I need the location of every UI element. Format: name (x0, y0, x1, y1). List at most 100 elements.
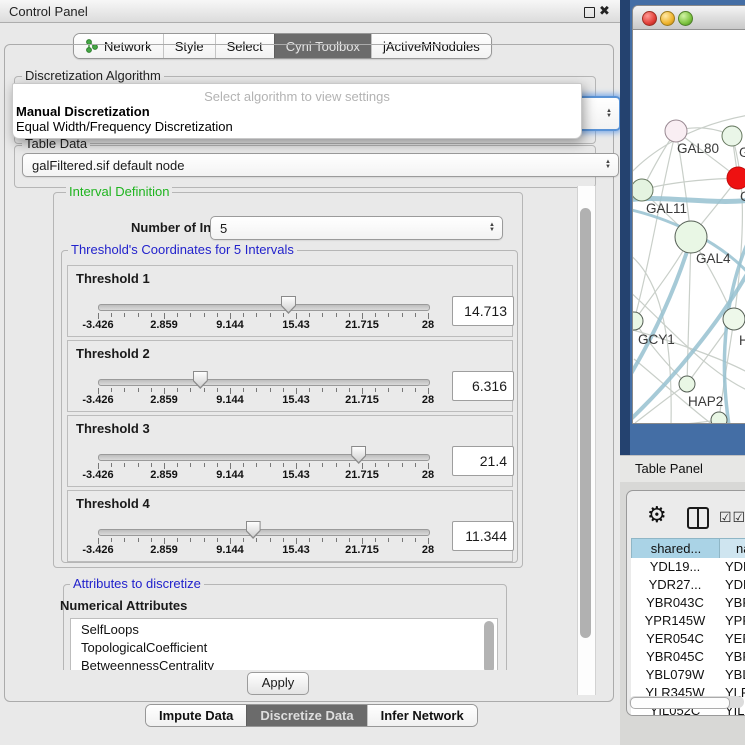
slider-tick-label: 2.859 (150, 469, 178, 481)
list-item[interactable]: BetweennessCentrality (81, 658, 214, 670)
slider-handle[interactable] (351, 446, 366, 464)
column-header-shared[interactable]: shared... (631, 538, 721, 560)
slider-tick (138, 538, 139, 542)
slider-tick (283, 538, 284, 542)
algorithm-dropdown-popup: Select algorithm to view settings Manual… (12, 83, 582, 139)
network-node[interactable] (633, 179, 653, 201)
table-row[interactable]: YBL079WYBL0 (631, 666, 745, 684)
table-data-combobox[interactable]: galFiltered.sif default node ▲▼ (22, 153, 619, 177)
slider-tick-label: 2.859 (150, 394, 178, 406)
network-node[interactable] (723, 308, 745, 330)
slider-tick (388, 388, 389, 392)
network-canvas[interactable]: GAL80GACGAL11GAL4GCY1HHAP2 (633, 29, 745, 423)
slider-tick (204, 463, 205, 467)
slider-tick (336, 463, 337, 467)
table-row[interactable]: YDL19...YDL1 (631, 558, 745, 576)
table-cell-name: YBL0 (725, 666, 745, 684)
number-of-intervals-value: 5 (220, 221, 227, 236)
network-node[interactable] (722, 126, 742, 146)
slider-tick-label: 15.43 (282, 544, 310, 556)
close-icon[interactable]: ✖ (599, 3, 610, 19)
threshold-value-field[interactable]: 14.713 (452, 296, 514, 326)
slider-track[interactable] (98, 529, 430, 536)
close-traffic-light-icon[interactable] (642, 11, 657, 26)
network-node-label: HAP2 (688, 394, 723, 409)
slider-tick (138, 313, 139, 317)
threshold-value-field[interactable]: 11.344 (452, 521, 514, 551)
network-edge[interactable] (687, 237, 691, 384)
gear-icon[interactable]: ⚙ (647, 502, 667, 528)
slider-track[interactable] (98, 454, 430, 461)
slider-tick (138, 463, 139, 467)
slider-tick (138, 388, 139, 392)
network-node[interactable] (675, 221, 707, 253)
slider-tick-label: 2.859 (150, 319, 178, 331)
network-edge[interactable] (634, 359, 713, 423)
numerical-attributes-list[interactable]: SelfLoopsTopologicalCoefficientBetweenne… (70, 618, 498, 670)
slider-tick (270, 313, 271, 317)
network-window[interactable]: GAL80GACGAL11GAL4GCY1HHAP2 (632, 5, 745, 424)
apply-button[interactable]: Apply (247, 672, 309, 695)
menu-item-manual-discretization[interactable]: Manual Discretization (16, 104, 150, 118)
table-hscrollbar-thumb[interactable] (630, 697, 730, 709)
network-node[interactable] (727, 167, 745, 189)
network-node-label: C (740, 189, 745, 204)
number-of-intervals-combobox[interactable]: 5 ▲▼ (210, 216, 503, 240)
slider-tick (217, 463, 218, 467)
slider-track[interactable] (98, 304, 430, 311)
slider-tick-label: -3.426 (82, 319, 113, 331)
tab-infer-network[interactable]: Infer Network (367, 705, 477, 726)
tab-discretize-data[interactable]: Discretize Data (246, 705, 366, 726)
slider-tick (349, 538, 350, 542)
slider-handle[interactable] (246, 521, 261, 539)
column-header-name[interactable]: na (719, 538, 745, 560)
slider-handle[interactable] (281, 296, 296, 314)
column-layout-icon[interactable] (687, 507, 709, 529)
tab-impute-data[interactable]: Impute Data (146, 705, 246, 726)
table-row[interactable]: YBR043CYBR0 (631, 594, 745, 612)
slider-tick (190, 463, 191, 467)
table-row[interactable]: YDR27...YDR2 (631, 576, 745, 594)
network-node[interactable] (665, 120, 687, 142)
slider-tick-label: 15.43 (282, 469, 310, 481)
slider-handle[interactable] (193, 371, 208, 389)
table-cell-shared-name: YDR27... (631, 576, 719, 594)
slider-tick (309, 463, 310, 467)
panel-title: Control Panel (9, 4, 88, 19)
slider-tick (111, 313, 112, 317)
slider-track[interactable] (98, 379, 430, 386)
table-row[interactable]: YBR045CYBR0 (631, 648, 745, 666)
threshold-value-field[interactable]: 6.316 (452, 371, 514, 401)
slider-tick (309, 313, 310, 317)
zoom-traffic-light-icon[interactable] (678, 11, 693, 26)
network-edge[interactable] (633, 239, 691, 377)
slider-tick-label: 2.859 (150, 544, 178, 556)
main-scrollbar-thumb[interactable] (580, 208, 591, 638)
slider-tick (217, 538, 218, 542)
slider-tick (204, 313, 205, 317)
minimize-traffic-light-icon[interactable] (660, 11, 675, 26)
slider-tick (124, 538, 125, 542)
table-row[interactable]: YER054CYER0 (631, 630, 745, 648)
network-node[interactable] (679, 376, 695, 392)
network-edge[interactable] (642, 178, 738, 190)
combo-stepper-icon: ▲▼ (605, 160, 611, 170)
list-item[interactable]: SelfLoops (81, 622, 139, 640)
menu-item-equal-width-frequency[interactable]: Equal Width/Frequency Discretization (16, 119, 233, 133)
select-columns-checkbox-icons[interactable]: ☑☑ (719, 509, 745, 526)
slider-tick (204, 388, 205, 392)
list-scrollbar-thumb[interactable] (484, 621, 494, 670)
slider-tick-label: 9.144 (216, 394, 244, 406)
network-node[interactable] (711, 412, 727, 423)
network-node[interactable] (633, 312, 643, 330)
float-panel-icon[interactable] (584, 7, 595, 18)
table-row[interactable]: YPR145WYPR1 (631, 612, 745, 630)
slider-tick (415, 538, 416, 542)
list-item[interactable]: TopologicalCoefficient (81, 640, 207, 658)
slider-tick (177, 538, 178, 542)
table-hscrollbar-track[interactable] (629, 696, 744, 708)
slider-tick (190, 538, 191, 542)
slider-tick (309, 538, 310, 542)
threshold-value-field[interactable]: 21.4 (452, 446, 514, 476)
slider-tick (322, 313, 323, 317)
